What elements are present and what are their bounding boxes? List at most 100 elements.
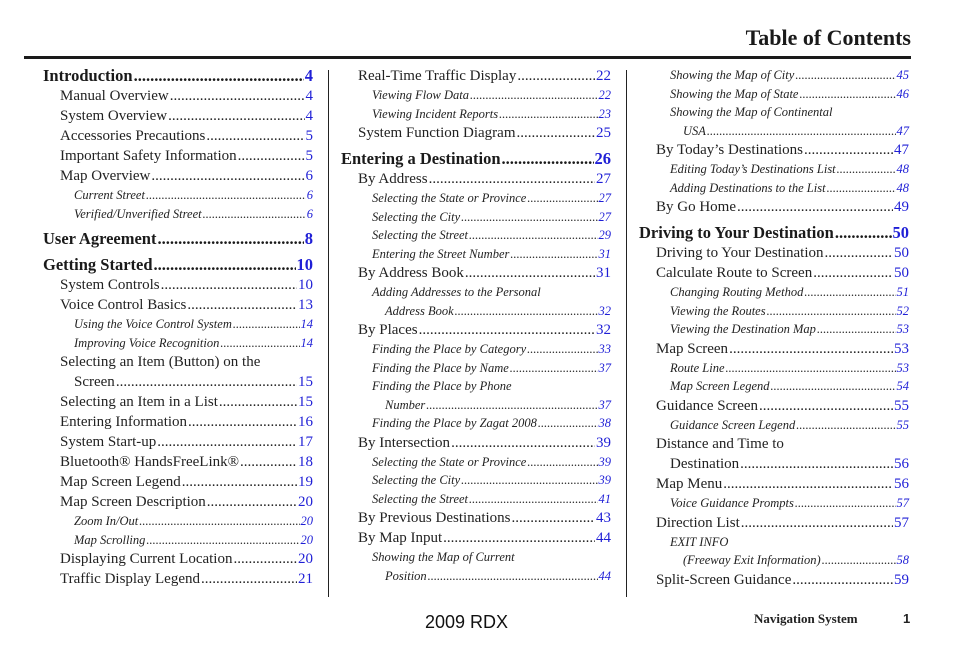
page-number-link[interactable]: 46	[897, 85, 910, 104]
toc-entry-link[interactable]: Voice Control Basics 13	[43, 295, 313, 315]
page-number-link[interactable]: 43	[596, 508, 611, 528]
toc-subentry-link[interactable]: Viewing Incident Reports 23	[341, 105, 611, 124]
toc-subentry-link[interactable]: Selecting the City 27	[341, 208, 611, 227]
toc-entry-link[interactable]: Split-Screen Guidance 59	[639, 570, 909, 590]
toc-subentry-link[interactable]: Current Street 6	[43, 186, 313, 205]
toc-entry-link[interactable]: Map Menu 56	[639, 474, 909, 494]
page-number-link[interactable]: 4	[305, 66, 313, 86]
page-number-link[interactable]: 47	[897, 122, 910, 141]
page-number-link[interactable]: 27	[596, 169, 611, 189]
toc-entry-link[interactable]: Destination 56	[639, 454, 909, 474]
toc-entry-label[interactable]: Selecting an Item (Button) on the	[43, 352, 313, 372]
page-number-link[interactable]: 16	[298, 412, 313, 432]
page-number-link[interactable]: 48	[897, 160, 910, 179]
toc-entry-link[interactable]: Bluetooth® HandsFreeLink® 18	[43, 452, 313, 472]
page-number-link[interactable]: 55	[894, 396, 909, 416]
page-number-link[interactable]: 18	[298, 452, 313, 472]
toc-subentry-link[interactable]: Selecting the City 39	[341, 471, 611, 490]
toc-entry-link[interactable]: System Overview 4	[43, 106, 313, 126]
page-number-link[interactable]: 5	[306, 146, 314, 166]
toc-entry-link[interactable]: Map Screen Legend 19	[43, 472, 313, 492]
toc-subentry-link[interactable]: Editing Today’s Destinations List 48	[639, 160, 909, 179]
toc-subentry-link[interactable]: Viewing Flow Data 22	[341, 86, 611, 105]
page-number-link[interactable]: 47	[894, 140, 909, 160]
toc-subentry-label[interactable]: Adding Addresses to the Personal	[341, 283, 611, 302]
page-number-link[interactable]: 39	[599, 471, 612, 490]
page-number-link[interactable]: 4	[306, 106, 314, 126]
page-number-link[interactable]: 14	[301, 315, 314, 334]
toc-subentry-link[interactable]: Address Book 32	[341, 302, 611, 321]
toc-section-link[interactable]: Driving to Your Destination 50	[639, 223, 909, 243]
toc-entry-link[interactable]: By Intersection 39	[341, 433, 611, 453]
page-number-link[interactable]: 59	[894, 570, 909, 590]
page-number-link[interactable]: 32	[599, 302, 612, 321]
page-number-link[interactable]: 56	[894, 474, 909, 494]
page-number-link[interactable]: 22	[596, 66, 611, 86]
page-number-link[interactable]: 55	[897, 416, 910, 435]
toc-subentry-link[interactable]: Voice Guidance Prompts 57	[639, 494, 909, 513]
page-number-link[interactable]: 48	[897, 179, 910, 198]
toc-subentry-label[interactable]: Showing the Map of Current	[341, 548, 611, 567]
toc-entry-link[interactable]: By Address Book 31	[341, 263, 611, 283]
page-number-link[interactable]: 6	[307, 186, 313, 205]
toc-entry-link[interactable]: By Places 32	[341, 320, 611, 340]
page-number-link[interactable]: 50	[894, 243, 909, 263]
page-number-link[interactable]: 50	[893, 223, 910, 243]
page-number-link[interactable]: 17	[298, 432, 313, 452]
page-number-link[interactable]: 37	[599, 396, 612, 415]
toc-section-link[interactable]: Entering a Destination 26	[341, 149, 611, 169]
page-number-link[interactable]: 31	[596, 263, 611, 283]
toc-subentry-link[interactable]: Selecting the State or Province 27	[341, 189, 611, 208]
toc-subentry-link[interactable]: Selecting the Street 29	[341, 226, 611, 245]
toc-subentry-link[interactable]: Showing the Map of City 45	[639, 66, 909, 85]
page-number-link[interactable]: 53	[894, 339, 909, 359]
page-number-link[interactable]: 39	[596, 433, 611, 453]
page-number-link[interactable]: 41	[599, 490, 612, 509]
page-number-link[interactable]: 52	[897, 302, 910, 321]
page-number-link[interactable]: 56	[894, 454, 909, 474]
page-number-link[interactable]: 15	[298, 372, 313, 392]
page-number-link[interactable]: 6	[306, 166, 314, 186]
toc-entry-link[interactable]: System Start-up 17	[43, 432, 313, 452]
toc-subentry-link[interactable]: Finding the Place by Zagat 2008 38	[341, 414, 611, 433]
toc-section-link[interactable]: User Agreement 8	[43, 229, 313, 249]
page-number-link[interactable]: 53	[897, 320, 910, 339]
page-number-link[interactable]: 22	[599, 86, 612, 105]
page-number-link[interactable]: 19	[298, 472, 313, 492]
toc-entry-link[interactable]: System Function Diagram 25	[341, 123, 611, 143]
toc-entry-link[interactable]: Accessories Precautions 5	[43, 126, 313, 146]
toc-entry-link[interactable]: Manual Overview 4	[43, 86, 313, 106]
toc-subentry-link[interactable]: Showing the Map of State 46	[639, 85, 909, 104]
toc-entry-link[interactable]: By Previous Destinations 43	[341, 508, 611, 528]
page-number-link[interactable]: 5	[306, 126, 314, 146]
toc-subentry-link[interactable]: Route Line 53	[639, 359, 909, 378]
toc-entry-link[interactable]: Guidance Screen 55	[639, 396, 909, 416]
page-number-link[interactable]: 53	[897, 359, 910, 378]
page-number-link[interactable]: 25	[596, 123, 611, 143]
page-number-link[interactable]: 39	[599, 453, 612, 472]
page-number-link[interactable]: 33	[599, 340, 612, 359]
toc-entry-link[interactable]: Map Screen Description 20	[43, 492, 313, 512]
page-number-link[interactable]: 21	[298, 569, 313, 589]
toc-subentry-link[interactable]: Changing Routing Method 51	[639, 283, 909, 302]
page-number-link[interactable]: 45	[897, 66, 910, 85]
page-number-link[interactable]: 10	[298, 275, 313, 295]
toc-entry-link[interactable]: Important Safety Information 5	[43, 146, 313, 166]
page-number-link[interactable]: 10	[297, 255, 314, 275]
toc-subentry-link[interactable]: Map Scrolling 20	[43, 531, 313, 550]
toc-entry-link[interactable]: By Address 27	[341, 169, 611, 189]
toc-entry-link[interactable]: Displaying Current Location 20	[43, 549, 313, 569]
toc-entry-link[interactable]: By Map Input 44	[341, 528, 611, 548]
toc-subentry-link[interactable]: Entering the Street Number 31	[341, 245, 611, 264]
page-number-link[interactable]: 14	[301, 334, 314, 353]
toc-entry-link[interactable]: Calculate Route to Screen 50	[639, 263, 909, 283]
page-number-link[interactable]: 20	[298, 549, 313, 569]
page-number-link[interactable]: 23	[599, 105, 612, 124]
page-number-link[interactable]: 8	[305, 229, 313, 249]
toc-subentry-link[interactable]: Selecting the State or Province 39	[341, 453, 611, 472]
toc-subentry-link[interactable]: Position 44	[341, 567, 611, 586]
page-number-link[interactable]: 27	[599, 208, 612, 227]
toc-entry-link[interactable]: Selecting an Item in a List 15	[43, 392, 313, 412]
page-number-link[interactable]: 6	[307, 205, 313, 224]
page-number-link[interactable]: 44	[599, 567, 612, 586]
